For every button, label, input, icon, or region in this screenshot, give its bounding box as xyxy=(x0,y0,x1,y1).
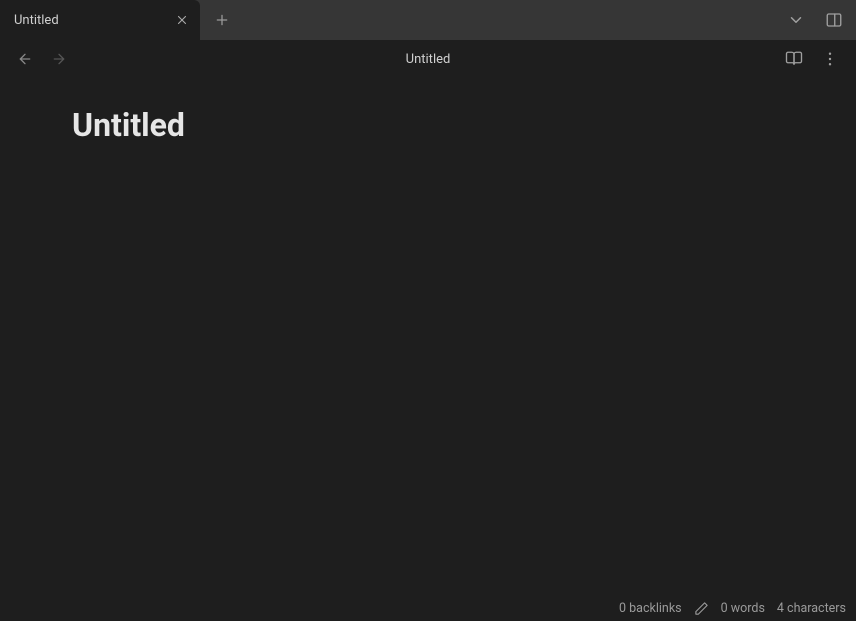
close-icon[interactable] xyxy=(174,12,190,28)
editor-content[interactable]: Untitled xyxy=(0,78,856,595)
document-title[interactable]: Untitled xyxy=(72,106,784,144)
word-count[interactable]: 0 words xyxy=(721,601,765,616)
header-right xyxy=(780,45,844,73)
character-count[interactable]: 4 characters xyxy=(777,601,846,616)
more-options-button[interactable] xyxy=(816,45,844,73)
tab-bar-right xyxy=(782,6,848,34)
reading-mode-button[interactable] xyxy=(780,45,808,73)
new-tab-button[interactable] xyxy=(206,4,238,36)
sidebar-toggle-button[interactable] xyxy=(820,6,848,34)
pencil-icon[interactable] xyxy=(694,601,709,616)
nav-arrows xyxy=(12,46,72,72)
page-title[interactable]: Untitled xyxy=(406,52,451,67)
tab-bar: Untitled xyxy=(0,0,856,40)
nav-back-button[interactable] xyxy=(12,46,38,72)
nav-forward-button[interactable] xyxy=(46,46,72,72)
header: Untitled xyxy=(0,40,856,78)
tab-bar-left: Untitled xyxy=(0,0,238,40)
tab-untitled[interactable]: Untitled xyxy=(0,0,200,40)
status-bar: 0 backlinks 0 words 4 characters xyxy=(0,595,856,621)
tab-title: Untitled xyxy=(14,13,59,28)
backlinks-count[interactable]: 0 backlinks xyxy=(619,601,682,616)
tab-dropdown-button[interactable] xyxy=(782,6,810,34)
